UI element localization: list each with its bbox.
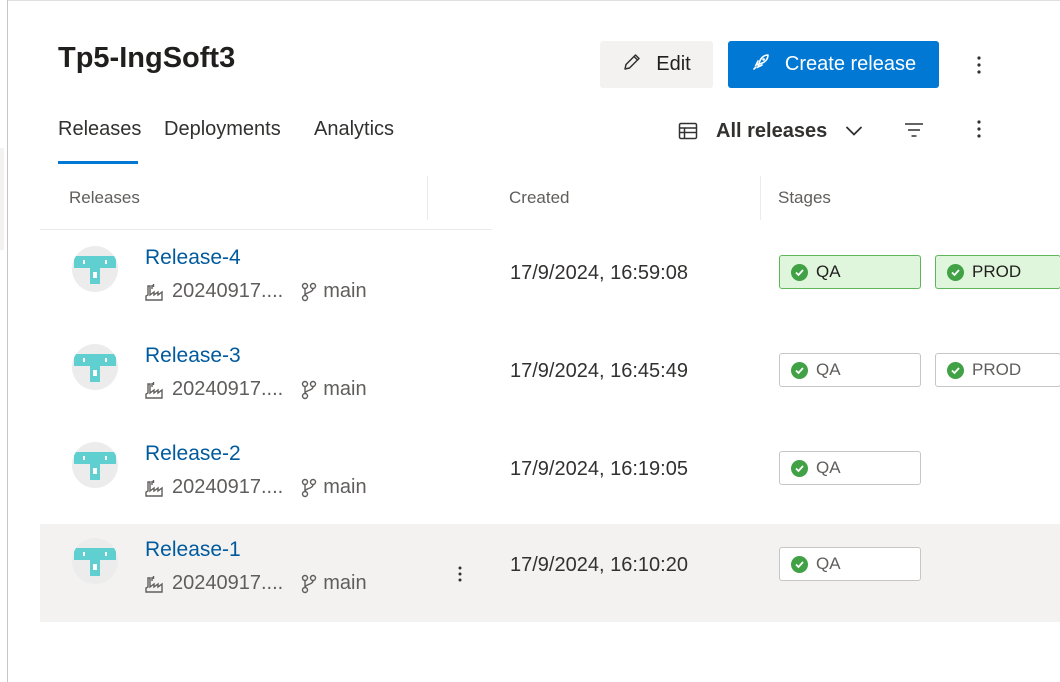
table-icon [678, 122, 698, 140]
filter-icon [905, 123, 923, 137]
table-row[interactable]: Release-2 20240917.... main 17/9/2024, 1… [40, 428, 1060, 526]
stage-pill-qa[interactable]: QA [779, 451, 921, 485]
more-vertical-icon [977, 56, 981, 74]
panel-left-border [7, 0, 8, 682]
edit-button-label: Edit [656, 53, 691, 75]
filter-button[interactable] [900, 116, 928, 144]
branch-icon [302, 574, 317, 593]
more-vertical-icon [458, 566, 462, 582]
check-circle-icon [791, 555, 808, 573]
edit-button[interactable]: Edit [600, 41, 713, 88]
page-title: Tp5-IngSoft3 [58, 42, 236, 74]
created-date: 17/9/2024, 16:19:05 [510, 458, 688, 480]
created-date: 17/9/2024, 16:45:49 [510, 360, 688, 382]
branch-name: main [323, 572, 367, 594]
selected-tab-indicator [58, 161, 138, 164]
release-pipeline-icon [72, 538, 118, 584]
release-meta: 20240917.... main [144, 572, 367, 595]
column-header-created[interactable]: Created [509, 188, 569, 208]
build-number: 20240917.... [172, 476, 284, 498]
created-date: 17/9/2024, 16:10:20 [510, 554, 688, 576]
tab-releases[interactable]: Releases [58, 118, 141, 141]
branch-name: main [323, 280, 367, 302]
check-circle-icon [791, 361, 808, 379]
branch-name: main [323, 476, 367, 498]
release-name-link[interactable]: Release-2 [145, 442, 241, 466]
branch-name: main [323, 378, 367, 400]
release-pipeline-icon [72, 344, 118, 390]
check-circle-icon [791, 263, 808, 281]
table-row[interactable]: Release-4 20240917.... main 17/9/2024, 1… [40, 232, 1060, 330]
view-selector-label: All releases [716, 119, 828, 142]
column-header-releases[interactable]: Releases [69, 188, 140, 208]
release-pipeline-icon [72, 442, 118, 488]
build-number: 20240917.... [172, 572, 284, 594]
build-number: 20240917.... [172, 378, 284, 400]
stage-label: PROD [972, 262, 1022, 281]
created-date: 17/9/2024, 16:59:08 [510, 262, 688, 284]
panel-top-border [8, 0, 1060, 1]
table-row[interactable]: Release-3 20240917.... main 17/9/2024, 1… [40, 330, 1060, 428]
stage-pill-qa[interactable]: QA [779, 255, 921, 289]
build-icon [145, 283, 163, 301]
release-pipeline-icon [72, 246, 118, 292]
left-panel-fragment [0, 148, 4, 250]
stage-label: QA [816, 458, 841, 477]
branch-icon [302, 478, 317, 497]
stage-label: QA [816, 360, 841, 379]
stage-label: QA [816, 554, 841, 573]
create-release-label: Create release [784, 53, 917, 75]
stage-pill-qa[interactable]: QA [779, 547, 921, 581]
stage-pill-prod[interactable]: PROD [935, 255, 1060, 289]
build-icon [145, 479, 163, 497]
branch-icon [302, 380, 317, 399]
check-circle-icon [947, 263, 964, 281]
build-icon [145, 575, 163, 593]
create-release-button[interactable]: Create release [728, 41, 939, 88]
check-circle-icon [947, 361, 964, 379]
more-vertical-icon [977, 120, 981, 138]
tab-deployments[interactable]: Deployments [164, 118, 281, 141]
view-selector[interactable]: All releases [678, 114, 863, 148]
release-name-link[interactable]: Release-3 [145, 344, 241, 368]
release-meta: 20240917.... main [144, 476, 367, 499]
stage-pill-qa[interactable]: QA [779, 353, 921, 387]
column-divider [427, 176, 428, 220]
release-meta: 20240917.... main [144, 378, 367, 401]
tab-analytics[interactable]: Analytics [314, 118, 394, 141]
row-more-button[interactable] [448, 560, 472, 588]
release-name-link[interactable]: Release-1 [145, 538, 241, 562]
chevron-down-icon [846, 126, 863, 136]
pencil-icon [622, 52, 642, 77]
rocket-icon [751, 52, 771, 77]
build-icon [145, 381, 163, 399]
header-bottom-line [40, 229, 492, 230]
check-circle-icon [791, 459, 808, 477]
column-header-stages[interactable]: Stages [778, 188, 831, 208]
release-name-link[interactable]: Release-4 [145, 246, 241, 270]
view-more-button[interactable] [966, 114, 992, 144]
release-meta: 20240917.... main [144, 280, 367, 303]
table-row[interactable]: Release-1 20240917.... main 17/9/2024, 1… [40, 524, 1060, 622]
build-number: 20240917.... [172, 280, 284, 302]
more-actions-button[interactable] [966, 50, 992, 80]
column-divider [760, 176, 761, 220]
stage-pill-prod[interactable]: PROD [935, 353, 1060, 387]
stage-label: QA [816, 262, 841, 281]
stage-label: PROD [972, 360, 1022, 379]
branch-icon [302, 282, 317, 301]
